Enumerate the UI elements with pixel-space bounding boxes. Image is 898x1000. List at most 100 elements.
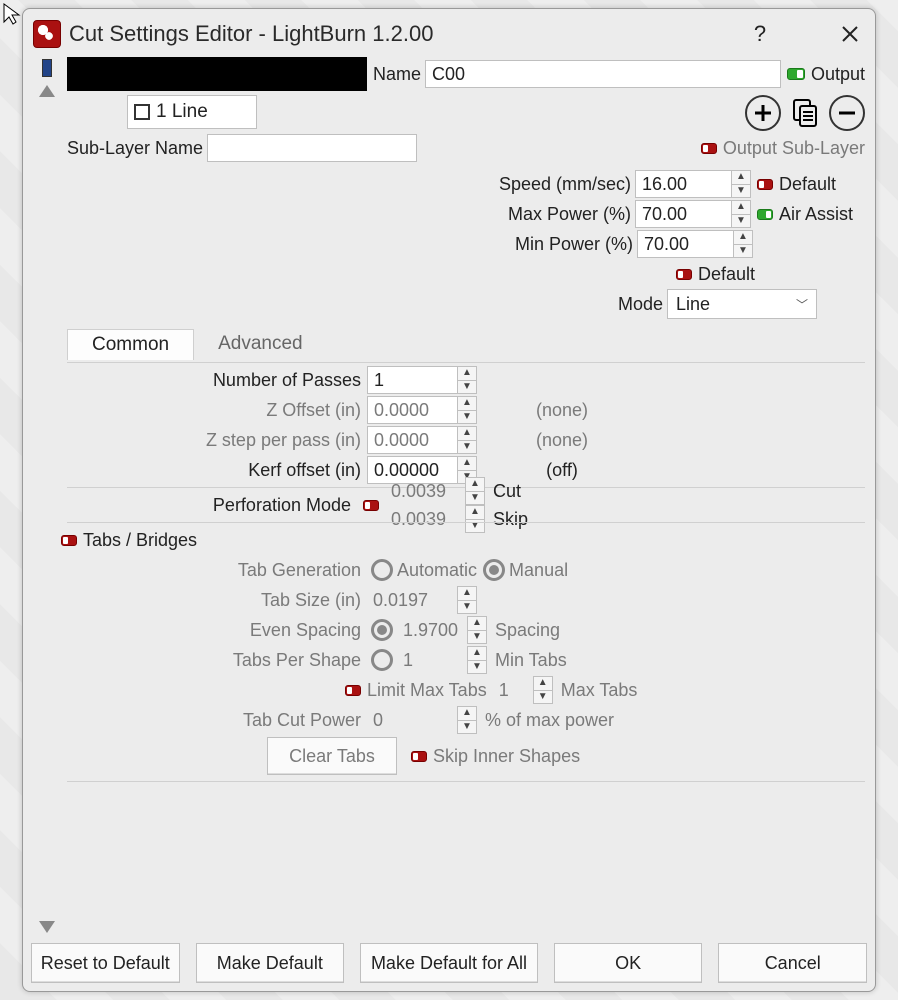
pershape-radio[interactable] [371,649,393,671]
pershape-stepper[interactable]: ▲▼ [467,646,487,674]
clear-tabs-button[interactable]: Clear Tabs [267,737,397,775]
perf-cut-suffix: Cut [493,481,521,502]
skipinner-label: Skip Inner Shapes [433,746,580,767]
tabgen-manual-label: Manual [509,560,568,581]
make-default-all-button[interactable]: Make Default for All [360,943,538,983]
window-title: Cut Settings Editor - LightBurn 1.2.00 [69,21,433,47]
perforation-label: Perforation Mode [67,495,357,516]
speed-stepper[interactable]: ▲▼ [731,170,751,198]
app-icon [33,20,61,48]
tabsize-input[interactable] [367,586,457,614]
mode-value: Line [676,294,710,315]
minpower-label: Min Power (%) [515,234,633,255]
make-default-button[interactable]: Make Default [196,943,345,983]
ok-button[interactable]: OK [554,943,703,983]
tabgen-auto-label: Automatic [397,560,477,581]
tabsize-stepper[interactable]: ▲▼ [457,586,477,614]
limitmax-input[interactable] [493,676,533,704]
output-toggle[interactable] [787,68,805,80]
speed-label: Speed (mm/sec) [499,174,631,195]
maxpower-input[interactable] [635,200,731,228]
tabsize-label: Tab Size (in) [67,590,367,611]
minus-icon [837,103,857,123]
copy-icon [791,98,819,128]
cutpower-label: Tab Cut Power [67,710,367,731]
copy-sublayer-button[interactable] [787,95,823,131]
output-sublayer-toggle[interactable] [701,143,717,154]
close-icon [841,25,859,43]
scroll-up-button[interactable] [39,85,55,97]
sublayer-checkbox[interactable] [134,104,150,120]
speed-input[interactable] [635,170,731,198]
pershape-suffix: Min Tabs [495,650,567,671]
maxpower-label: Max Power (%) [508,204,631,225]
scroll-down-button[interactable] [39,921,55,933]
sublayer-row-label: 1 Line [156,101,208,123]
zstep-stepper[interactable]: ▲▼ [457,426,477,454]
zoffset-extra: (none) [477,400,637,421]
perf-cut-stepper[interactable]: ▲▼ [465,477,485,505]
sublayer-name-label: Sub-Layer Name [67,138,203,159]
maxpower-stepper[interactable]: ▲▼ [731,200,751,228]
mode-label: Mode [618,294,663,315]
cancel-button[interactable]: Cancel [718,943,867,983]
close-button[interactable] [835,19,865,49]
cut-settings-dialog: Cut Settings Editor - LightBurn 1.2.00 ?… [22,8,876,992]
tabgen-label: Tab Generation [67,560,367,581]
layer-sidebar [27,57,67,939]
perf-cut-input[interactable] [385,477,465,505]
output-label: Output [811,64,865,85]
plus-icon [753,103,773,123]
skipinner-toggle[interactable] [411,751,427,762]
evenspacing-label: Even Spacing [67,620,367,641]
tabgen-auto-radio[interactable] [371,559,393,581]
help-button[interactable]: ? [745,19,775,49]
cutpower-stepper[interactable]: ▲▼ [457,706,477,734]
name-row: Name Output [67,57,865,91]
passes-input[interactable] [367,366,457,394]
tab-common[interactable]: Common [67,329,194,360]
layer-swatch[interactable] [42,59,52,77]
limitmax-label: Limit Max Tabs [367,680,487,701]
limitmax-suffix: Max Tabs [561,680,638,701]
zoffset-input[interactable] [367,396,457,424]
title-bar: Cut Settings Editor - LightBurn 1.2.00 ? [23,9,875,57]
evenspacing-input[interactable] [397,616,467,644]
evenspacing-radio[interactable] [371,619,393,641]
sublayer-list[interactable]: 1 Line [127,95,257,129]
zstep-label: Z step per pass (in) [67,430,367,451]
add-sublayer-button[interactable] [745,95,781,131]
zstep-input[interactable] [367,426,457,454]
limitmax-toggle[interactable] [345,685,361,696]
speed-default-toggle[interactable] [757,179,773,190]
minpower-stepper[interactable]: ▲▼ [733,230,753,258]
chevron-down-icon: ﹀ [796,296,808,313]
remove-sublayer-button[interactable] [829,95,865,131]
zoffset-stepper[interactable]: ▲▼ [457,396,477,424]
passes-label: Number of Passes [67,370,367,391]
speed-default-label: Default [779,174,865,195]
cutpower-input[interactable] [367,706,457,734]
tab-advanced[interactable]: Advanced [194,329,327,360]
minpower-input[interactable] [637,230,733,258]
perforation-toggle[interactable] [363,500,379,511]
evenspacing-stepper[interactable]: ▲▼ [467,616,487,644]
passes-stepper[interactable]: ▲▼ [457,366,477,394]
kerf-label: Kerf offset (in) [67,460,367,481]
tabs-bridges-label: Tabs / Bridges [83,530,197,551]
tabgen-manual-radio[interactable] [483,559,505,581]
tab-bar: Common Advanced [67,329,865,360]
sublayer-name-input[interactable] [207,134,417,162]
evenspacing-suffix: Spacing [495,620,560,641]
reset-default-button[interactable]: Reset to Default [31,943,180,983]
pershape-input[interactable] [397,646,467,674]
layer-name-input[interactable] [425,60,781,88]
dialog-footer: Reset to Default Make Default Make Defau… [23,939,875,991]
airassist-label: Air Assist [779,204,865,225]
airassist-toggle[interactable] [757,209,773,220]
mode-select[interactable]: Line ﹀ [667,289,817,319]
mouse-cursor-icon [2,2,22,26]
tabs-bridges-toggle[interactable] [61,535,77,546]
limitmax-stepper[interactable]: ▲▼ [533,676,553,704]
minpower-default-toggle[interactable] [676,269,692,280]
